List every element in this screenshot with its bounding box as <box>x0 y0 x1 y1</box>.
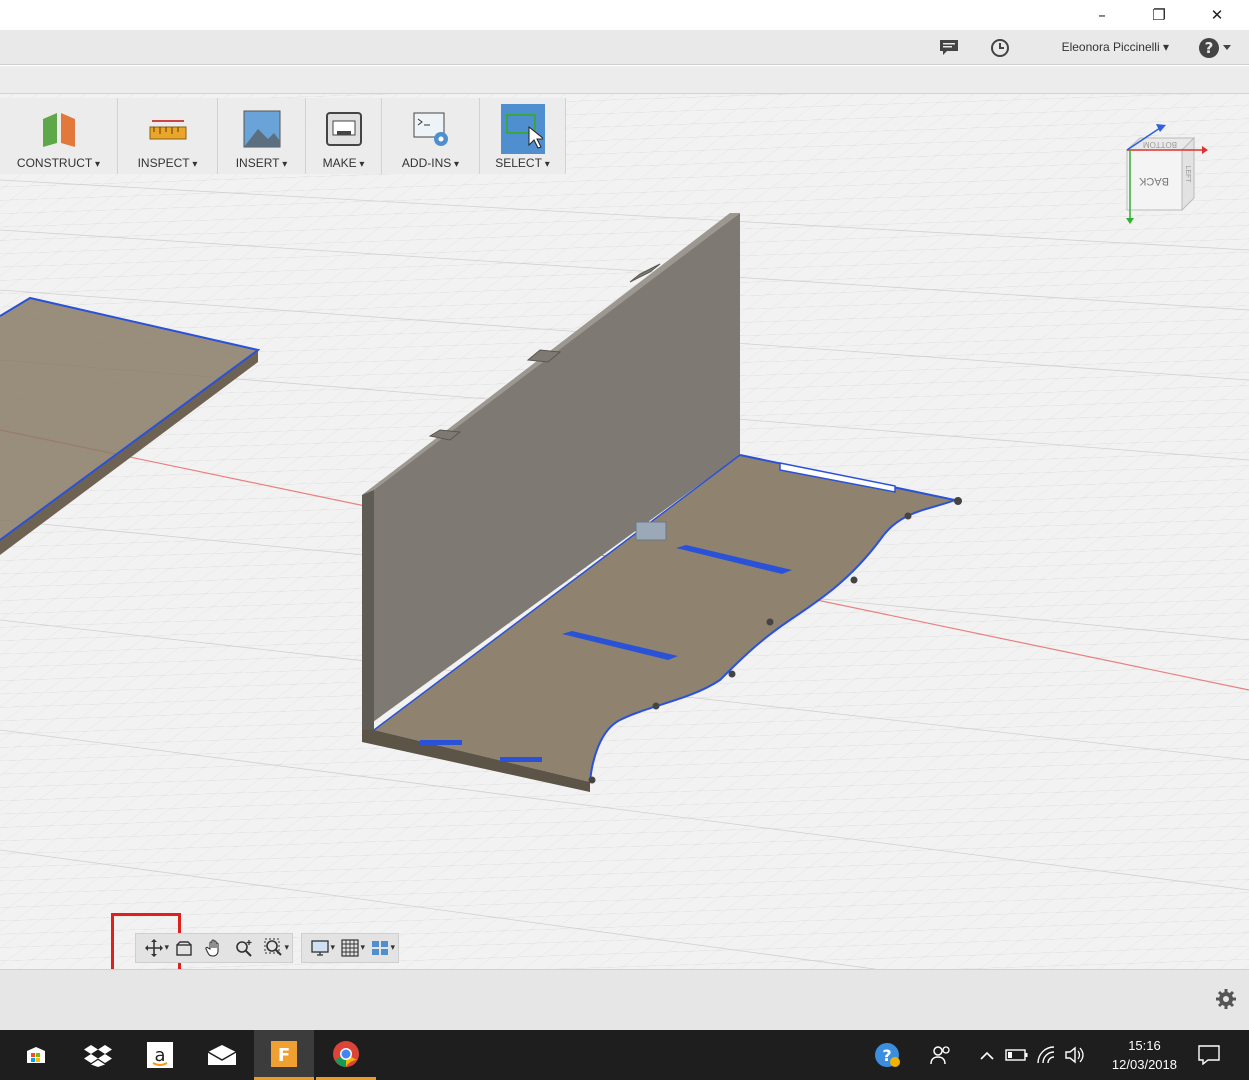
viewcube[interactable]: BACK BOTTOM LEFT <box>1112 120 1212 230</box>
windows-start-icon[interactable] <box>6 1030 66 1080</box>
nav-segment-display <box>301 933 399 963</box>
user-menu[interactable]: Eleonora Piccinelli ▾ <box>1062 40 1169 54</box>
restore-icon[interactable]: ❐ <box>1130 0 1188 30</box>
help-assistant-icon[interactable]: ? <box>874 1042 900 1068</box>
close-icon[interactable]: ✕ <box>1188 0 1246 30</box>
app-header: Eleonora Piccinelli ▾ ? <box>0 30 1249 65</box>
document-tabbar <box>0 66 1249 94</box>
pan-hand-icon[interactable] <box>199 934 229 962</box>
help-icon[interactable]: ? <box>1198 37 1234 59</box>
taskbar-clock[interactable]: 15:16 12/03/2018 <box>1112 1036 1177 1074</box>
orbit-icon[interactable] <box>139 934 169 962</box>
navigation-bar <box>135 932 407 964</box>
construct-plane-icon <box>37 104 81 154</box>
3d-printer-icon <box>322 104 366 154</box>
toolbar-insert[interactable]: INSERT <box>218 98 306 174</box>
canvas-scene <box>0 94 1249 969</box>
toolbar-select[interactable]: SELECT <box>480 98 566 174</box>
main-toolbar: CONSTRUCT INSPECT INSERT MAKE ADD-INS SE… <box>0 98 566 174</box>
viewcube-face-label: BACK <box>1138 175 1169 187</box>
grid-settings-icon[interactable] <box>335 934 365 962</box>
wifi-icon[interactable] <box>1034 1042 1060 1068</box>
toolbar-construct[interactable]: CONSTRUCT <box>0 98 118 174</box>
svg-text:F: F <box>278 1045 290 1066</box>
nav-segment-view <box>135 933 293 963</box>
comment-icon[interactable] <box>938 37 960 59</box>
dropbox-icon[interactable] <box>68 1030 128 1080</box>
mail-icon[interactable] <box>192 1030 252 1080</box>
toolbar-add-ins[interactable]: ADD-INS <box>382 98 480 174</box>
minimize-icon[interactable]: – <box>1073 0 1131 30</box>
viewcube-top-label: BOTTOM <box>1143 140 1177 149</box>
svg-text:?: ? <box>1205 39 1214 57</box>
windows-taskbar: a F ? 15:16 12/03/2018 <box>0 1030 1249 1080</box>
chevron-up-icon[interactable] <box>974 1042 1000 1068</box>
chrome-icon[interactable] <box>316 1030 376 1080</box>
toolbar-make[interactable]: MAKE <box>306 98 382 174</box>
select-cursor-icon <box>500 104 545 154</box>
image-mountain-icon <box>240 104 284 154</box>
window-titlebar: – ❐ ✕ <box>0 0 1249 30</box>
viewcube-side-label: LEFT <box>1184 165 1191 183</box>
3d-viewport[interactable] <box>0 94 1249 969</box>
battery-icon[interactable] <box>1004 1042 1030 1068</box>
svg-text:a: a <box>154 1045 165 1066</box>
script-gear-icon <box>409 104 453 154</box>
fusion360-icon[interactable]: F <box>254 1030 314 1080</box>
zoom-icon[interactable] <box>229 934 259 962</box>
ruler-icon <box>146 104 190 154</box>
clock-date: 12/03/2018 <box>1111 1057 1177 1072</box>
status-bar <box>0 969 1249 1030</box>
clock-time: 15:16 <box>1128 1038 1161 1053</box>
amazon-icon[interactable]: a <box>130 1030 190 1080</box>
volume-icon[interactable] <box>1062 1042 1088 1068</box>
display-settings-icon[interactable] <box>305 934 335 962</box>
gear-icon[interactable] <box>1215 988 1237 1010</box>
people-icon[interactable] <box>928 1042 954 1068</box>
zoom-window-icon[interactable] <box>259 934 289 962</box>
history-clock-icon[interactable] <box>989 37 1011 59</box>
look-at-icon[interactable] <box>169 934 199 962</box>
toolbar-inspect[interactable]: INSPECT <box>118 98 218 174</box>
viewports-icon[interactable] <box>365 934 395 962</box>
action-center-icon[interactable] <box>1196 1042 1222 1068</box>
